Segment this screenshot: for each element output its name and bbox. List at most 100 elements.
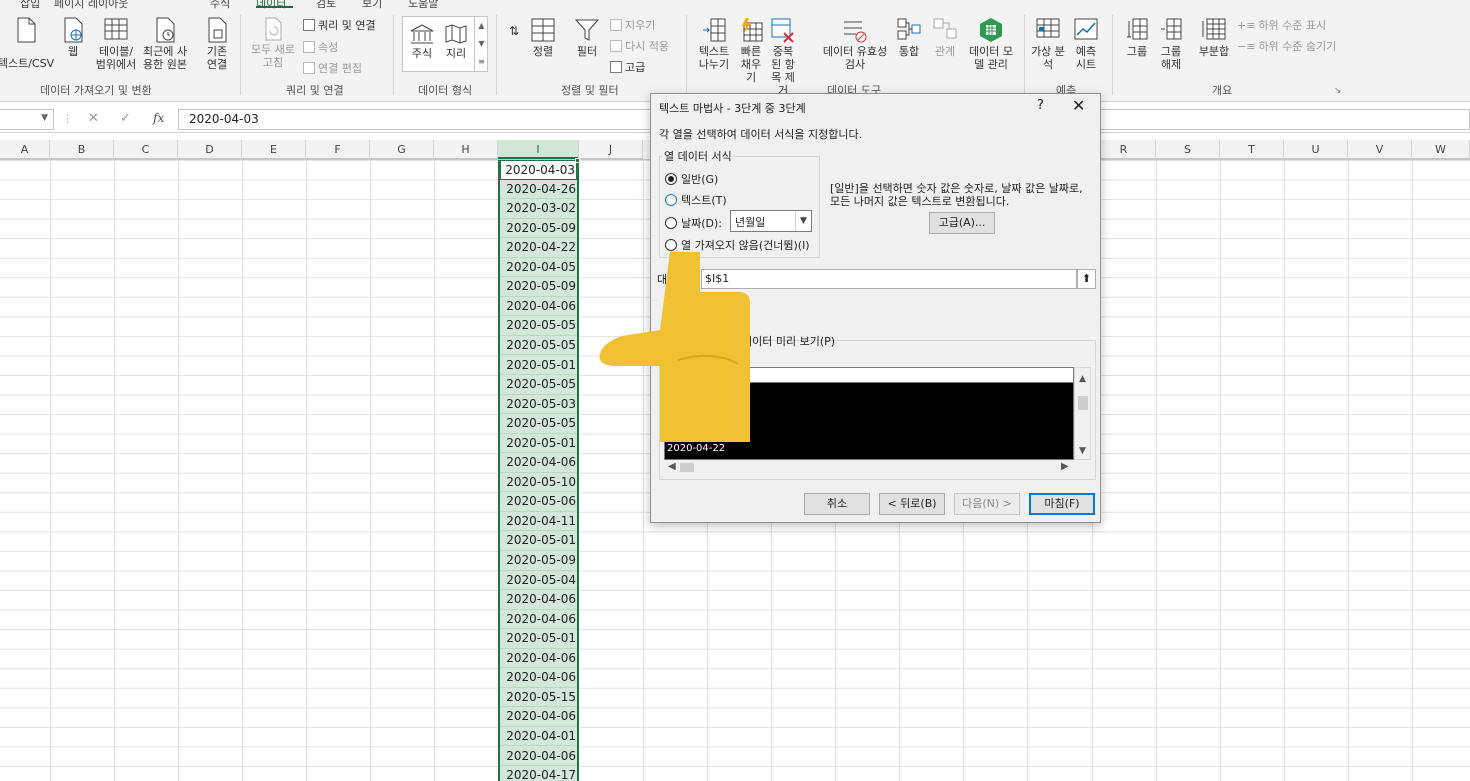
what-if-analysis-button[interactable]: 가상 분석: [1030, 17, 1066, 71]
remove-duplicates-button[interactable]: 중복된 항목 제거: [768, 17, 798, 97]
radio-general-indicator[interactable]: [665, 173, 677, 185]
forecast-sheet-button[interactable]: 예측 시트: [1070, 17, 1102, 71]
sort-button[interactable]: 정렬: [528, 17, 558, 59]
recent-sources-button[interactable]: 최근에 사용한 원본: [140, 17, 190, 71]
edit-links-button[interactable]: 연결 편집: [303, 60, 362, 76]
column-i-cell[interactable]: 2020-04-06: [500, 707, 577, 727]
preview-vertical-scrollbar[interactable]: ▲ ▼: [1074, 367, 1091, 460]
column-i-cell[interactable]: 2020-05-09: [500, 219, 577, 239]
column-header-d[interactable]: D: [178, 140, 242, 159]
column-i-cell[interactable]: 2020-04-11: [500, 512, 577, 532]
advanced-button[interactable]: 고급(A)...: [929, 212, 995, 234]
hide-detail-button[interactable]: −≡ 하위 수준 숨기기: [1237, 38, 1336, 54]
column-i-cell[interactable]: 2020-05-04: [500, 571, 577, 591]
show-detail-button[interactable]: +≡ 하위 수준 표시: [1237, 17, 1326, 33]
column-i-cell[interactable]: 2020-05-05: [500, 336, 577, 356]
column-i-cell[interactable]: 2020-04-06: [500, 590, 577, 610]
from-table-button[interactable]: 테이블/범위에서: [94, 17, 138, 71]
flash-fill-button[interactable]: 빠른 채우기: [736, 17, 766, 84]
confirm-entry-icon[interactable]: ✓: [120, 111, 131, 126]
column-i-cell[interactable]: 2020-04-06: [500, 297, 577, 317]
column-header-a[interactable]: A: [0, 140, 50, 159]
column-i-cell[interactable]: 2020-05-05: [500, 414, 577, 434]
column-header-g[interactable]: G: [370, 140, 434, 159]
scroll-thumb[interactable]: [1078, 396, 1088, 410]
column-header-j[interactable]: J: [579, 140, 643, 159]
column-i-cell[interactable]: 2020-04-03: [500, 160, 577, 180]
column-header-r[interactable]: R: [1092, 140, 1156, 159]
column-i-cell[interactable]: 2020-04-06: [500, 668, 577, 688]
properties-button[interactable]: 속성: [303, 39, 338, 55]
tab-help[interactable]: 도움말: [408, 0, 438, 9]
subtotal-button[interactable]: 부분합: [1196, 17, 1232, 59]
column-i-cell[interactable]: 2020-05-01: [500, 629, 577, 649]
column-i-cell[interactable]: 2020-05-15: [500, 688, 577, 708]
column-i-cell[interactable]: 2020-05-05: [500, 316, 577, 336]
tab-formulas[interactable]: 수식: [210, 0, 230, 9]
scroll-thumb[interactable]: [680, 463, 694, 472]
stocks-button[interactable]: 주식: [407, 23, 437, 61]
scroll-up-icon[interactable]: ▲: [1079, 374, 1086, 384]
back-button[interactable]: < 뒤로(B): [879, 493, 945, 515]
from-text-csv-button[interactable]: 텍스트/CSV: [0, 17, 56, 71]
column-i-cell[interactable]: 2020-05-10: [500, 473, 577, 493]
column-i-cell[interactable]: 2020-03-02: [500, 199, 577, 219]
column-i-cell[interactable]: 2020-05-09: [500, 551, 577, 571]
radio-text-indicator[interactable]: [665, 194, 677, 206]
tab-insert[interactable]: 삽입: [20, 0, 40, 9]
manage-data-model-button[interactable]: 데이터 모델 관리: [966, 17, 1016, 71]
text-to-columns-button[interactable]: 텍스트 나누기: [694, 17, 734, 71]
insert-function-icon[interactable]: fx: [153, 111, 164, 125]
column-i-cell[interactable]: 2020-04-06: [500, 610, 577, 630]
column-i-cell[interactable]: 2020-05-06: [500, 492, 577, 512]
column-i-cell[interactable]: 2020-05-05: [500, 375, 577, 395]
date-format-select[interactable]: 년월일 ▼: [730, 210, 812, 232]
dialog-launcher-icon[interactable]: ↘: [1334, 86, 1342, 96]
tab-view[interactable]: 보기: [362, 0, 382, 9]
advanced-filter-button[interactable]: 고급: [610, 59, 645, 75]
scroll-left-icon[interactable]: ◀: [668, 461, 676, 472]
column-i-cell[interactable]: 2020-04-06: [500, 747, 577, 767]
column-i-cell[interactable]: 2020-05-03: [500, 395, 577, 415]
column-i-cell[interactable]: 2020-04-06: [500, 649, 577, 669]
geography-button[interactable]: 지리: [441, 23, 471, 61]
data-validation-button[interactable]: 데이터 유효성 검사: [822, 17, 888, 71]
column-i-cell[interactable]: 2020-05-01: [500, 434, 577, 454]
column-header-u[interactable]: U: [1284, 140, 1348, 159]
radio-skip[interactable]: 열 가져오지 않음(건너뜀)(I): [665, 237, 810, 253]
column-header-b[interactable]: B: [50, 140, 114, 159]
column-header-f[interactable]: F: [306, 140, 370, 159]
close-icon[interactable]: ✕: [1072, 96, 1085, 115]
next-button[interactable]: 다음(N) >: [954, 493, 1020, 515]
column-header-c[interactable]: C: [114, 140, 178, 159]
data-types-gallery[interactable]: 주식 지리 ▲ ▼ ≡: [402, 16, 488, 72]
column-header-w[interactable]: W: [1412, 140, 1470, 159]
column-i-cell[interactable]: 2020-05-09: [500, 277, 577, 297]
cancel-entry-icon[interactable]: ✕: [88, 111, 99, 126]
name-box[interactable]: ▼: [0, 109, 54, 130]
group-button[interactable]: 그룹: [1122, 17, 1152, 59]
refresh-all-button[interactable]: 모두 새로 고침: [248, 17, 298, 69]
ungroup-button[interactable]: 그룹 해제: [1156, 17, 1186, 71]
radio-date-indicator[interactable]: [665, 217, 677, 229]
tab-page-layout[interactable]: 페이지 레이아웃: [54, 0, 128, 9]
from-web-button[interactable]: 웹: [58, 17, 88, 59]
column-header-t[interactable]: T: [1220, 140, 1284, 159]
column-i-cell[interactable]: 2020-05-01: [500, 356, 577, 376]
chevron-down-icon[interactable]: ▼: [795, 211, 811, 231]
existing-connections-button[interactable]: 기존 연결: [202, 17, 232, 71]
scroll-down-icon[interactable]: ▼: [1079, 446, 1086, 456]
tab-review[interactable]: 검토: [316, 0, 336, 9]
radio-skip-indicator[interactable]: [665, 239, 677, 251]
gallery-scroll[interactable]: ▲ ▼ ≡: [474, 17, 488, 71]
cancel-button[interactable]: 취소: [804, 493, 870, 515]
column-i-cell[interactable]: 2020-05-01: [500, 531, 577, 551]
column-i-cell[interactable]: 2020-04-22: [500, 238, 577, 258]
consolidate-button[interactable]: 통합: [894, 17, 924, 59]
column-header-i[interactable]: I: [498, 140, 579, 159]
column-i-cell[interactable]: 2020-04-17: [500, 766, 577, 781]
column-header-h[interactable]: H: [434, 140, 498, 159]
radio-text[interactable]: 텍스트(T): [665, 192, 727, 208]
reapply-button[interactable]: 다시 적용: [610, 38, 669, 54]
queries-connections-button[interactable]: 쿼리 및 연결: [303, 17, 376, 33]
